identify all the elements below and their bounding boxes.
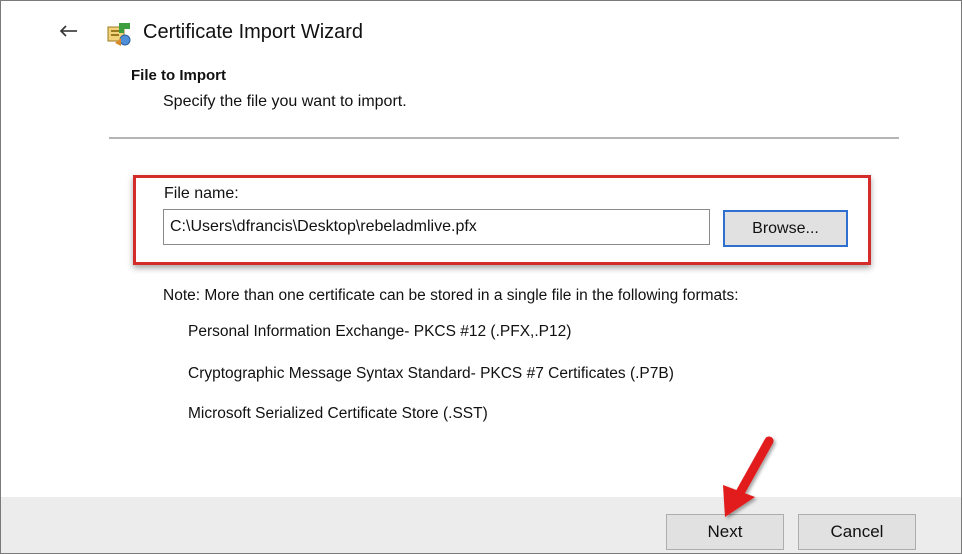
certificate-wizard-icon	[105, 19, 133, 47]
formats-note: Note: More than one certificate can be s…	[163, 287, 739, 304]
cancel-button[interactable]: Cancel	[798, 514, 916, 550]
next-button[interactable]: Next	[666, 514, 784, 550]
header-divider	[109, 137, 899, 139]
page-description: Specify the file you want to import.	[163, 93, 407, 110]
wizard-title: Certificate Import Wizard	[143, 21, 364, 43]
page-heading: File to Import	[131, 67, 226, 84]
browse-button[interactable]: Browse...	[723, 210, 848, 247]
format-item-p7b: Cryptographic Message Syntax Standard- P…	[188, 365, 674, 382]
file-name-label: File name:	[164, 185, 239, 202]
back-arrow-icon[interactable]	[57, 19, 81, 43]
format-item-sst: Microsoft Serialized Certificate Store (…	[188, 405, 488, 422]
file-name-input[interactable]	[163, 209, 710, 245]
format-item-pfx: Personal Information Exchange- PKCS #12 …	[188, 323, 572, 340]
certificate-import-wizard-window: Certificate Import Wizard File to Import…	[0, 0, 962, 554]
